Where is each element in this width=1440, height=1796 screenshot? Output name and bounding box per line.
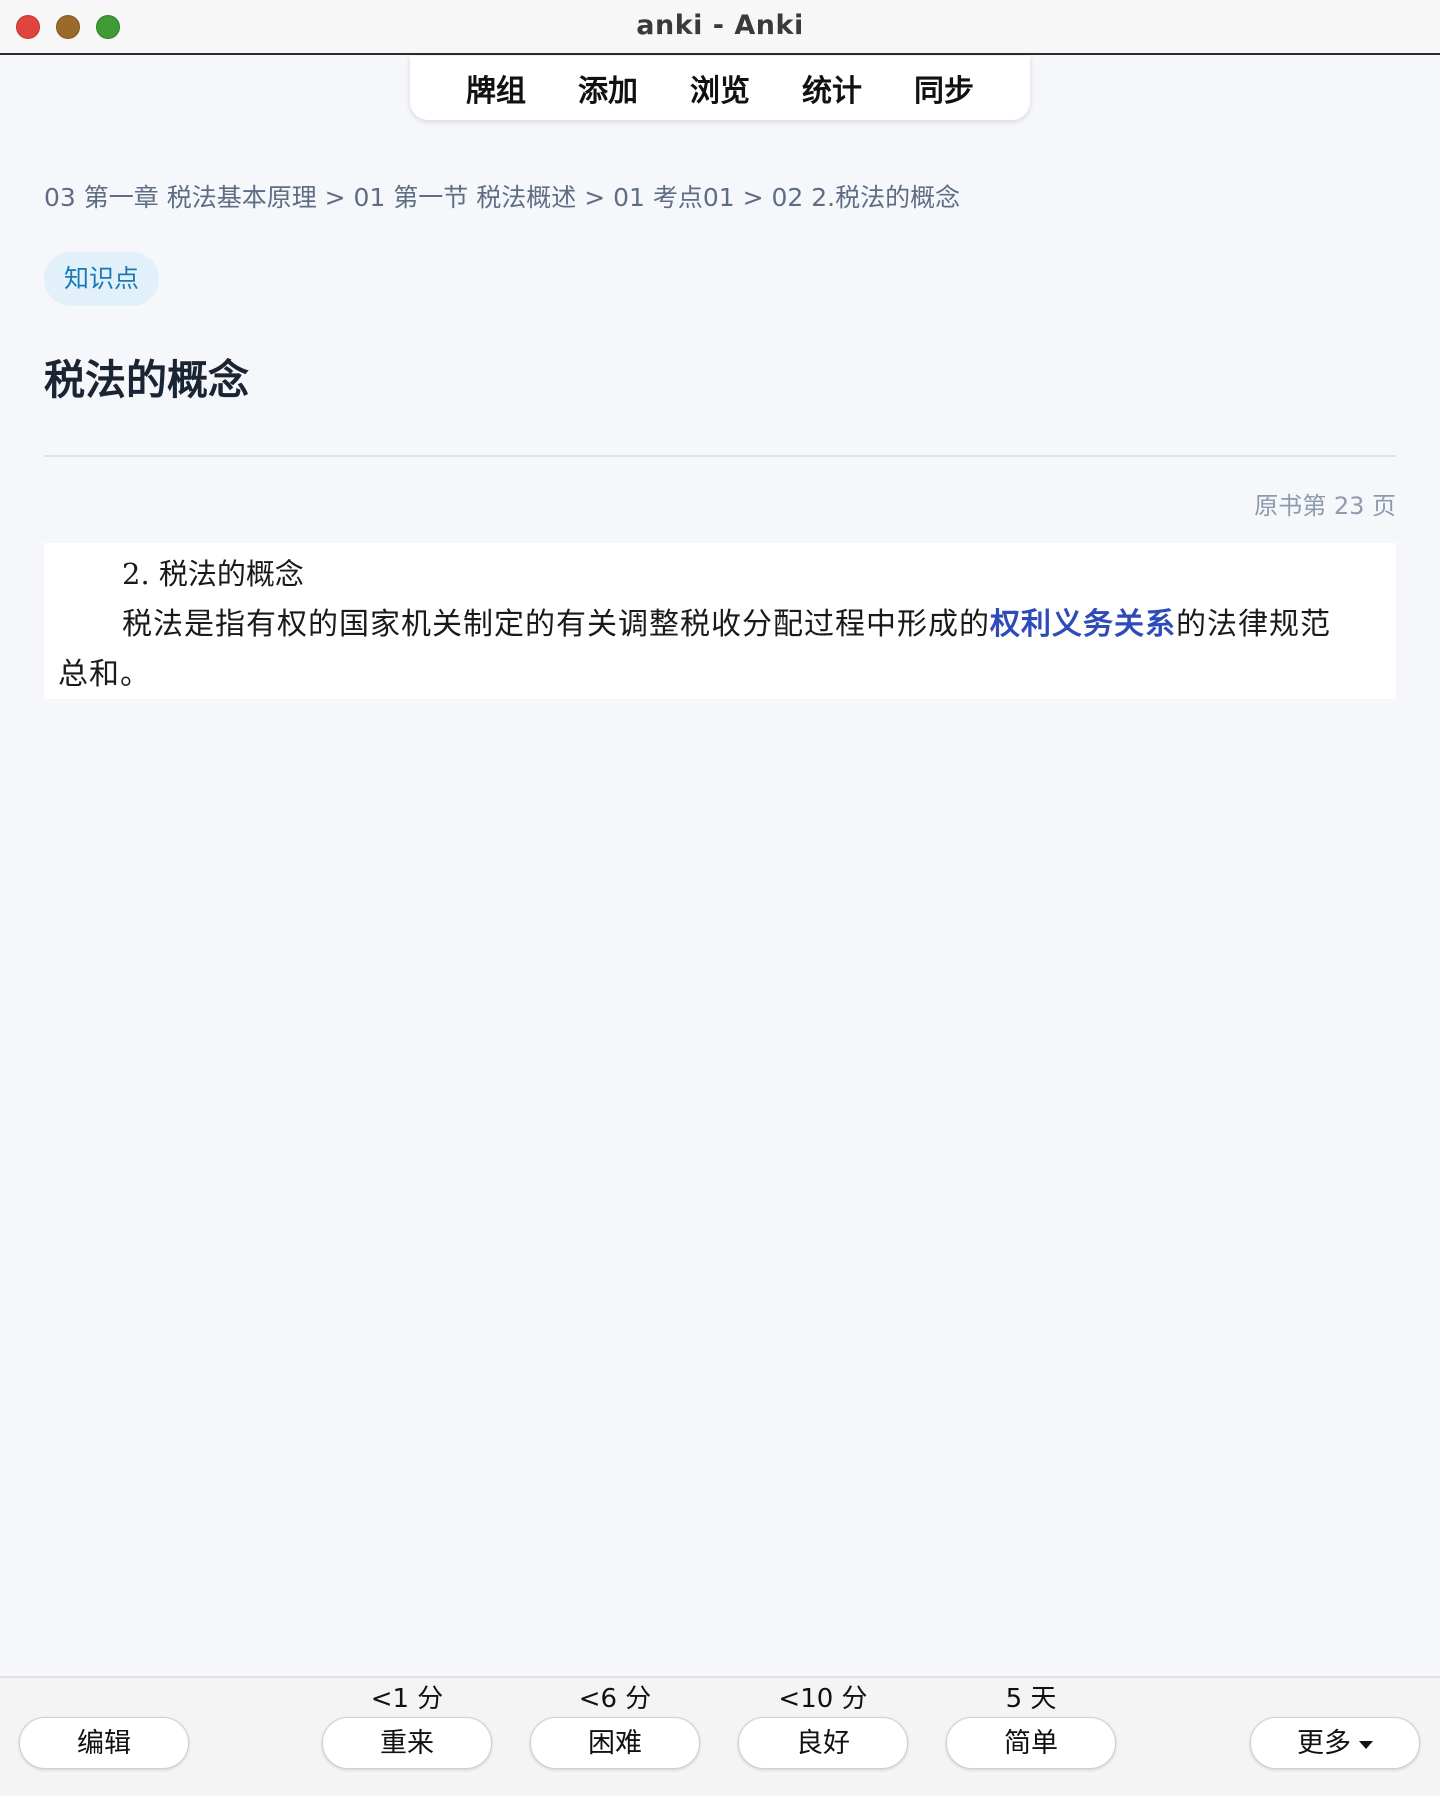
more-label: 更多 bbox=[1297, 1728, 1351, 1759]
window-title: anki - Anki bbox=[636, 10, 804, 41]
excerpt-paragraph: 税法是指有权的国家机关制定的有关调整税收分配过程中形成的权利义务关系的法律规范 bbox=[122, 599, 1331, 643]
tab-sync[interactable]: 同步 bbox=[888, 66, 1000, 110]
tab-decks[interactable]: 牌组 bbox=[440, 66, 552, 110]
page-reference: 原书第 23 页 bbox=[1254, 492, 1396, 520]
excerpt-highlight: 权利义务关系 bbox=[990, 607, 1176, 642]
divider bbox=[44, 455, 1396, 457]
caret-down-icon bbox=[1359, 1740, 1373, 1749]
anki-window: anki - Anki 牌组 添加 浏览 统计 同步 03 第一章 税法基本原理… bbox=[0, 0, 1440, 1796]
excerpt-text-end: 的法律规范 bbox=[1176, 607, 1331, 642]
easy-interval: 5 天 bbox=[1005, 1684, 1057, 1714]
good-button[interactable]: 良好 bbox=[738, 1717, 908, 1769]
scanned-excerpt: 2. 税法的概念 税法是指有权的国家机关制定的有关调整税收分配过程中形成的权利义… bbox=[44, 543, 1396, 699]
excerpt-heading: 2. 税法的概念 bbox=[122, 557, 304, 591]
again-interval: <1 分 bbox=[370, 1684, 444, 1714]
excerpt-text: 税法是指有权的国家机关制定的有关调整税收分配过程中形成的 bbox=[122, 607, 990, 642]
card-title: 税法的概念 bbox=[44, 356, 249, 404]
edit-button[interactable]: 编辑 bbox=[19, 1717, 189, 1769]
good-interval: <10 分 bbox=[778, 1684, 868, 1714]
title-bar: anki - Anki bbox=[0, 0, 1440, 55]
answer-bar bbox=[0, 1676, 1440, 1796]
tab-browse[interactable]: 浏览 bbox=[664, 66, 776, 110]
more-button[interactable]: 更多 bbox=[1250, 1717, 1420, 1769]
tab-add[interactable]: 添加 bbox=[552, 66, 664, 110]
card-type-badge: 知识点 bbox=[44, 252, 160, 306]
hard-button[interactable]: 困难 bbox=[530, 1717, 700, 1769]
main-toolbar: 牌组 添加 浏览 统计 同步 bbox=[410, 56, 1030, 120]
again-button[interactable]: 重来 bbox=[322, 1717, 492, 1769]
hard-interval: <6 分 bbox=[578, 1684, 652, 1714]
tab-stats[interactable]: 统计 bbox=[776, 66, 888, 110]
easy-button[interactable]: 简单 bbox=[946, 1717, 1116, 1769]
deck-breadcrumb: 03 第一章 税法基本原理 > 01 第一节 税法概述 > 01 考点01 > … bbox=[44, 183, 961, 212]
excerpt-paragraph-cont: 总和。 bbox=[58, 657, 151, 692]
